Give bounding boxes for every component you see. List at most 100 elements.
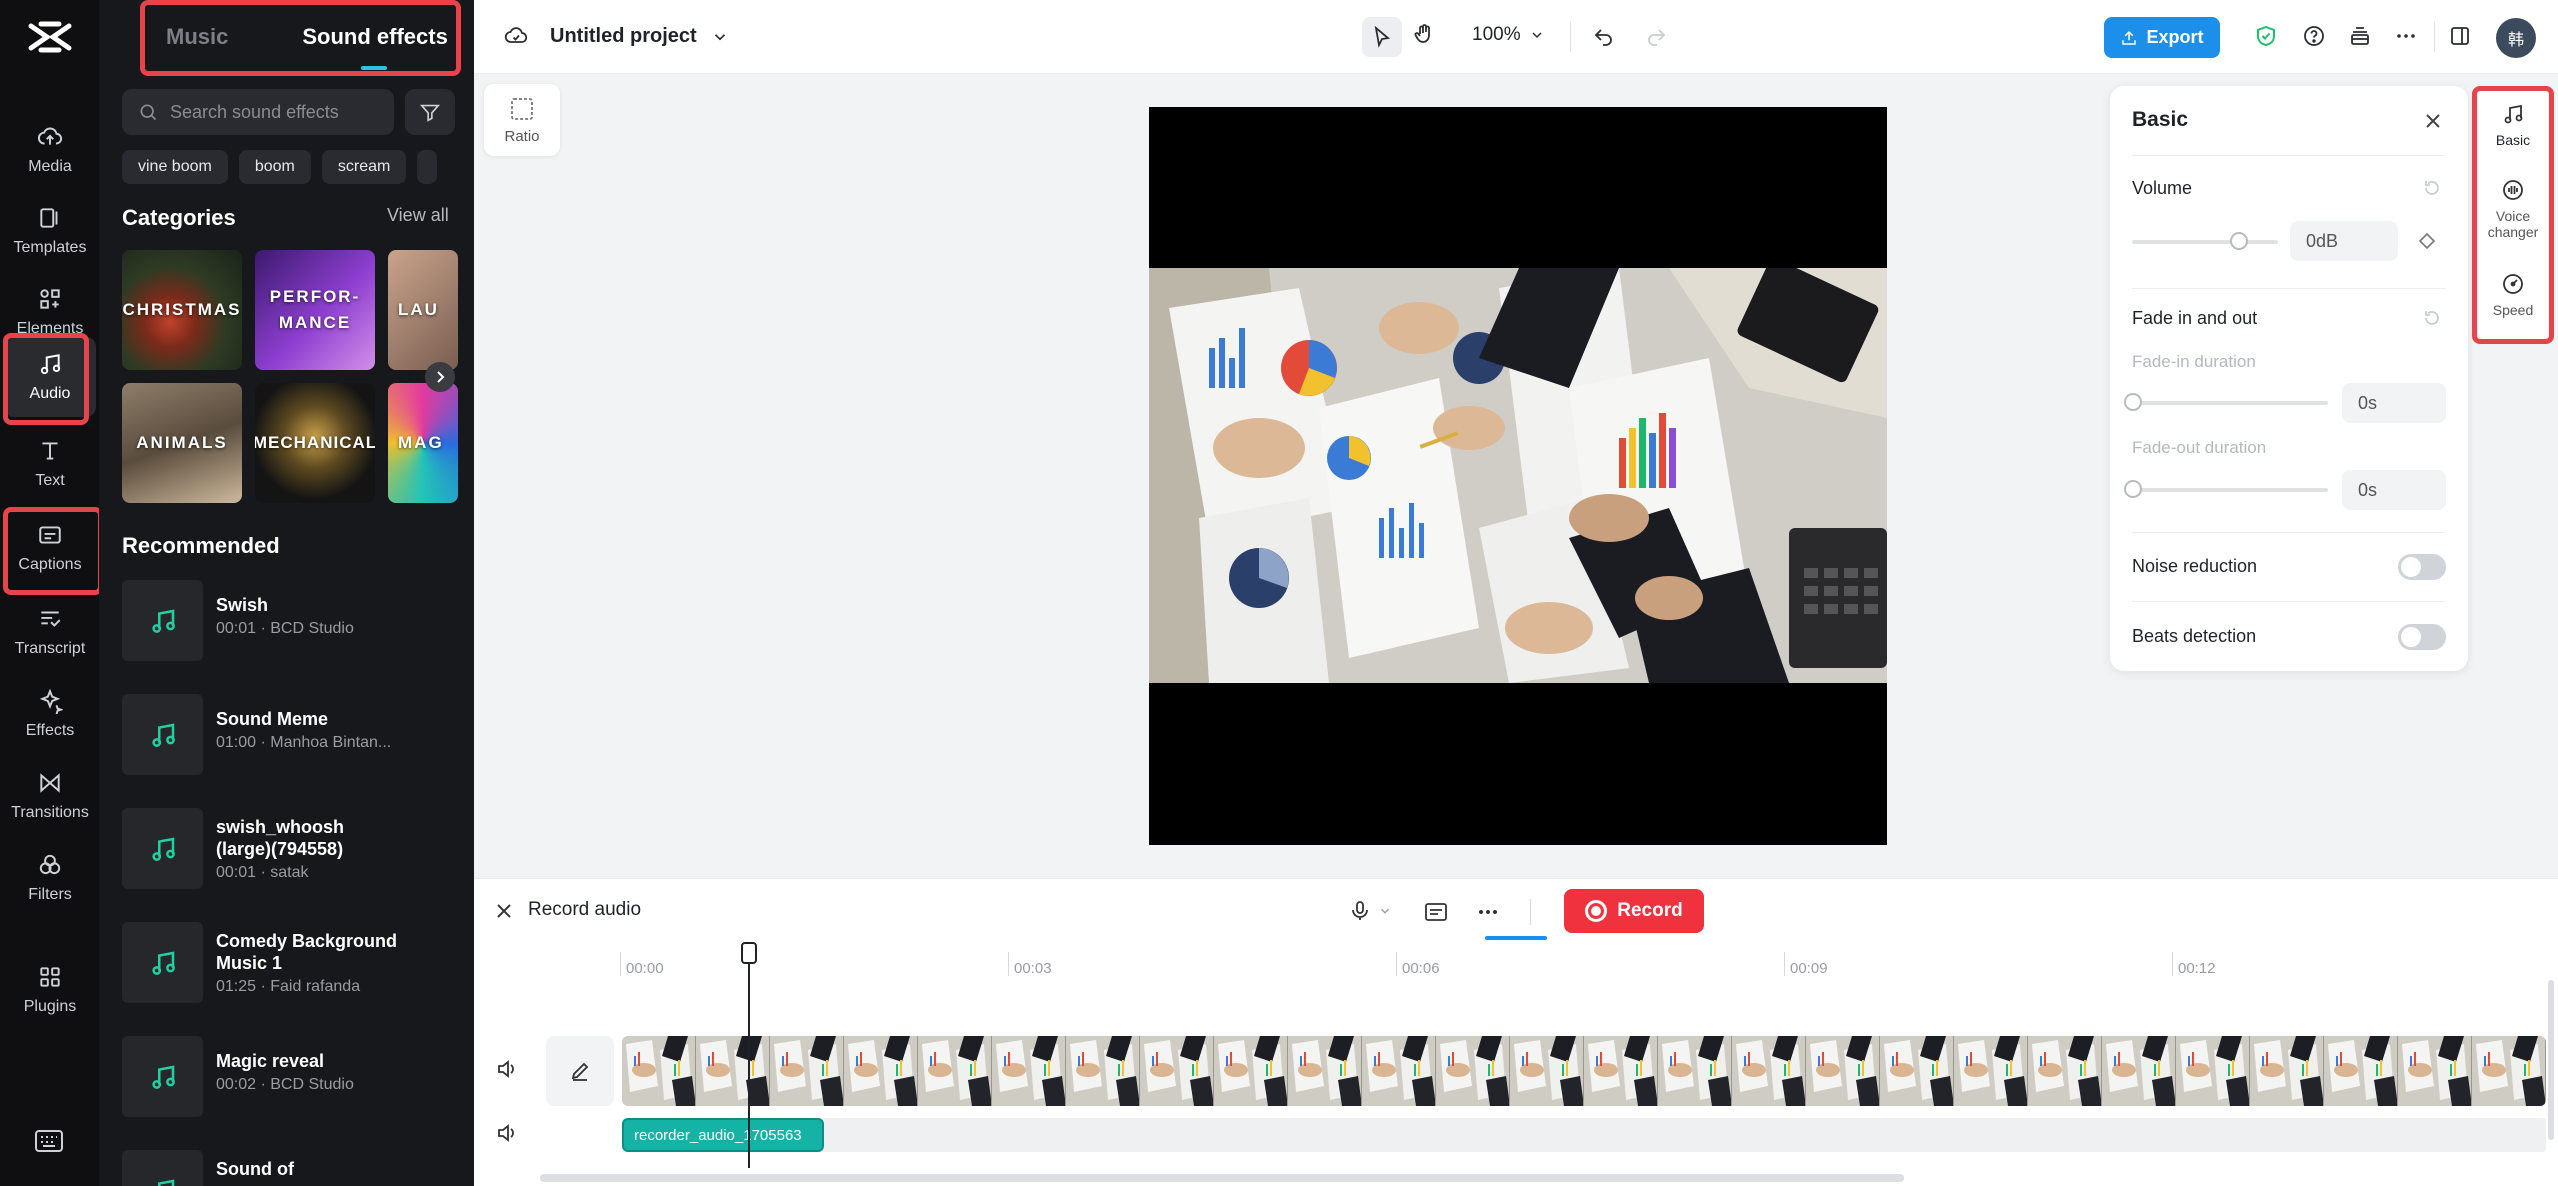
rail-label-elements: Elements <box>16 320 84 337</box>
more-button[interactable] <box>2394 24 2418 48</box>
close-button[interactable] <box>2422 110 2444 132</box>
rail-item-templates[interactable]: Templates <box>4 191 96 271</box>
category-christmas[interactable]: CHRISTMAS <box>122 250 242 370</box>
tab-basic[interactable]: Basic <box>2478 102 2548 148</box>
track-item[interactable]: swish_whoosh (large)(794558) 00:01 · sata… <box>122 808 462 890</box>
avatar[interactable]: 韩 <box>2496 18 2536 58</box>
tab-speed[interactable]: Speed <box>2478 272 2548 318</box>
left-rail: Media Templates Elements Audio Text Capt… <box>0 0 99 1186</box>
rail-item-effects[interactable]: Effects <box>4 674 96 754</box>
track-name: Magic reveal <box>216 1051 325 1071</box>
project-title-dropdown[interactable]: Untitled project <box>550 25 729 48</box>
tab-music[interactable]: Music <box>166 24 228 50</box>
audio-track-volume-button[interactable] <box>496 1122 518 1144</box>
category-mechanical[interactable]: MECHANICAL <box>255 383 375 503</box>
video-track-clip[interactable] <box>622 1036 2546 1106</box>
microphone-icon <box>1352 901 1368 920</box>
track-item[interactable]: Sound Meme 01:00 · Manhoa Bintan... <box>122 694 462 776</box>
category-performance[interactable]: PERFOR- MANCE <box>255 250 375 370</box>
edit-cover-button[interactable] <box>546 1036 614 1106</box>
category-magic[interactable]: MAG <box>388 383 458 503</box>
cloud-save-icon[interactable] <box>504 24 528 48</box>
shield-button[interactable] <box>2254 24 2278 48</box>
hand-tool-button[interactable] <box>1412 22 1436 46</box>
fade-in-value[interactable]: 0s <box>2342 383 2446 423</box>
rail-item-media[interactable]: Media <box>4 110 96 190</box>
video-track-volume-button[interactable] <box>496 1058 518 1080</box>
search-input[interactable] <box>170 101 380 123</box>
timeline-vertical-scrollbar[interactable] <box>2548 980 2554 1140</box>
record-dot-icon <box>1585 900 1608 922</box>
help-button[interactable] <box>2302 24 2326 48</box>
cursor-icon <box>1374 25 1391 48</box>
keyboard-shortcuts-icon[interactable] <box>34 1128 64 1154</box>
rail-item-plugins[interactable]: Plugins <box>4 950 96 1030</box>
tick-label: 00:03 <box>1014 960 1052 977</box>
pencil-icon <box>571 1062 589 1081</box>
capcut-logo-icon[interactable] <box>27 20 73 54</box>
search-icon <box>140 104 157 121</box>
track-item[interactable]: Magic reveal 00:02 · BCD Studio <box>122 1036 462 1118</box>
microphone-dropdown[interactable] <box>1348 899 1392 923</box>
categories-next-button[interactable] <box>425 362 455 392</box>
category-laugh[interactable]: LAU <box>388 250 458 370</box>
filter-button[interactable] <box>405 89 455 135</box>
beats-detection-toggle[interactable] <box>2398 624 2446 650</box>
video-preview[interactable] <box>1149 107 1887 845</box>
timeline-horizontal-scrollbar[interactable] <box>540 1174 1904 1182</box>
fade-out-slider[interactable] <box>2132 488 2328 492</box>
export-button[interactable]: Export <box>2104 17 2220 58</box>
tab-sound-effects[interactable]: Sound effects <box>302 24 447 50</box>
more-horizontal-icon <box>2397 34 2415 38</box>
rail-item-transitions[interactable]: Transitions <box>4 756 96 836</box>
rail-label-captions: Captions <box>18 556 82 573</box>
track-thumb <box>122 694 203 775</box>
record-button[interactable]: Record <box>1564 889 1704 933</box>
track-item[interactable]: Sound of <box>122 1150 462 1186</box>
volume-reset-button[interactable] <box>2422 178 2442 198</box>
track-item[interactable]: Swish 00:01 · BCD Studio <box>122 580 462 662</box>
ratio-label: Ratio <box>504 128 540 145</box>
layers-button[interactable] <box>2348 24 2372 48</box>
rail-item-filters[interactable]: Filters <box>4 838 96 918</box>
keyframe-icon[interactable] <box>2418 232 2436 250</box>
playhead[interactable] <box>748 942 750 1168</box>
volume-slider-knob[interactable] <box>2230 232 2248 250</box>
redo-icon <box>1648 29 1666 46</box>
tab-voice-changer[interactable]: Voice changer <box>2478 178 2548 240</box>
volume-value[interactable]: 0dB <box>2290 221 2398 261</box>
fade-reset-button[interactable] <box>2422 308 2442 328</box>
fade-out-value[interactable]: 0s <box>2342 470 2446 510</box>
ratio-button[interactable]: Ratio <box>484 84 560 156</box>
view-all-link[interactable]: View all <box>387 205 449 226</box>
aspect-ratio-icon <box>511 98 533 120</box>
close-record-button[interactable] <box>494 901 514 921</box>
undo-button[interactable] <box>1592 24 1616 48</box>
select-tool-button[interactable] <box>1362 17 1402 57</box>
zoom-dropdown[interactable]: 100% <box>1472 24 1545 46</box>
rail-item-text[interactable]: Text <box>4 424 96 504</box>
fade-in-slider[interactable] <box>2132 401 2328 405</box>
chip-vine-boom[interactable]: vine boom <box>122 150 228 184</box>
volume-slider[interactable] <box>2132 240 2278 244</box>
track-meta: 00:01 · BCD Studio <box>216 620 354 637</box>
teleprompter-button[interactable] <box>1424 901 1448 923</box>
audio-clip[interactable]: recorder_audio_1705563 <box>622 1118 824 1152</box>
chip-scream[interactable]: scream <box>321 150 407 184</box>
fade-out-slider-knob[interactable] <box>2124 480 2142 498</box>
redo-button[interactable] <box>1644 24 1668 48</box>
category-animals[interactable]: ANIMALS <box>122 383 242 503</box>
fade-in-slider-knob[interactable] <box>2124 393 2142 411</box>
track-item[interactable]: Comedy Background Music 1 01:25 · Faid ra… <box>122 922 462 1004</box>
chip-boom[interactable]: boom <box>238 150 311 184</box>
recommended-title: Recommended <box>122 533 280 558</box>
rail-item-audio[interactable]: Audio <box>4 337 96 417</box>
filter-icon <box>419 104 441 122</box>
rail-item-captions[interactable]: Captions <box>4 508 96 588</box>
rail-item-transcript[interactable]: Transcript <box>4 592 96 672</box>
record-more-button[interactable] <box>1476 901 1500 923</box>
chip-overflow[interactable] <box>417 150 438 184</box>
noise-reduction-toggle[interactable] <box>2398 554 2446 580</box>
layout-toggle-button[interactable] <box>2448 24 2472 48</box>
playhead-handle[interactable] <box>741 942 757 964</box>
